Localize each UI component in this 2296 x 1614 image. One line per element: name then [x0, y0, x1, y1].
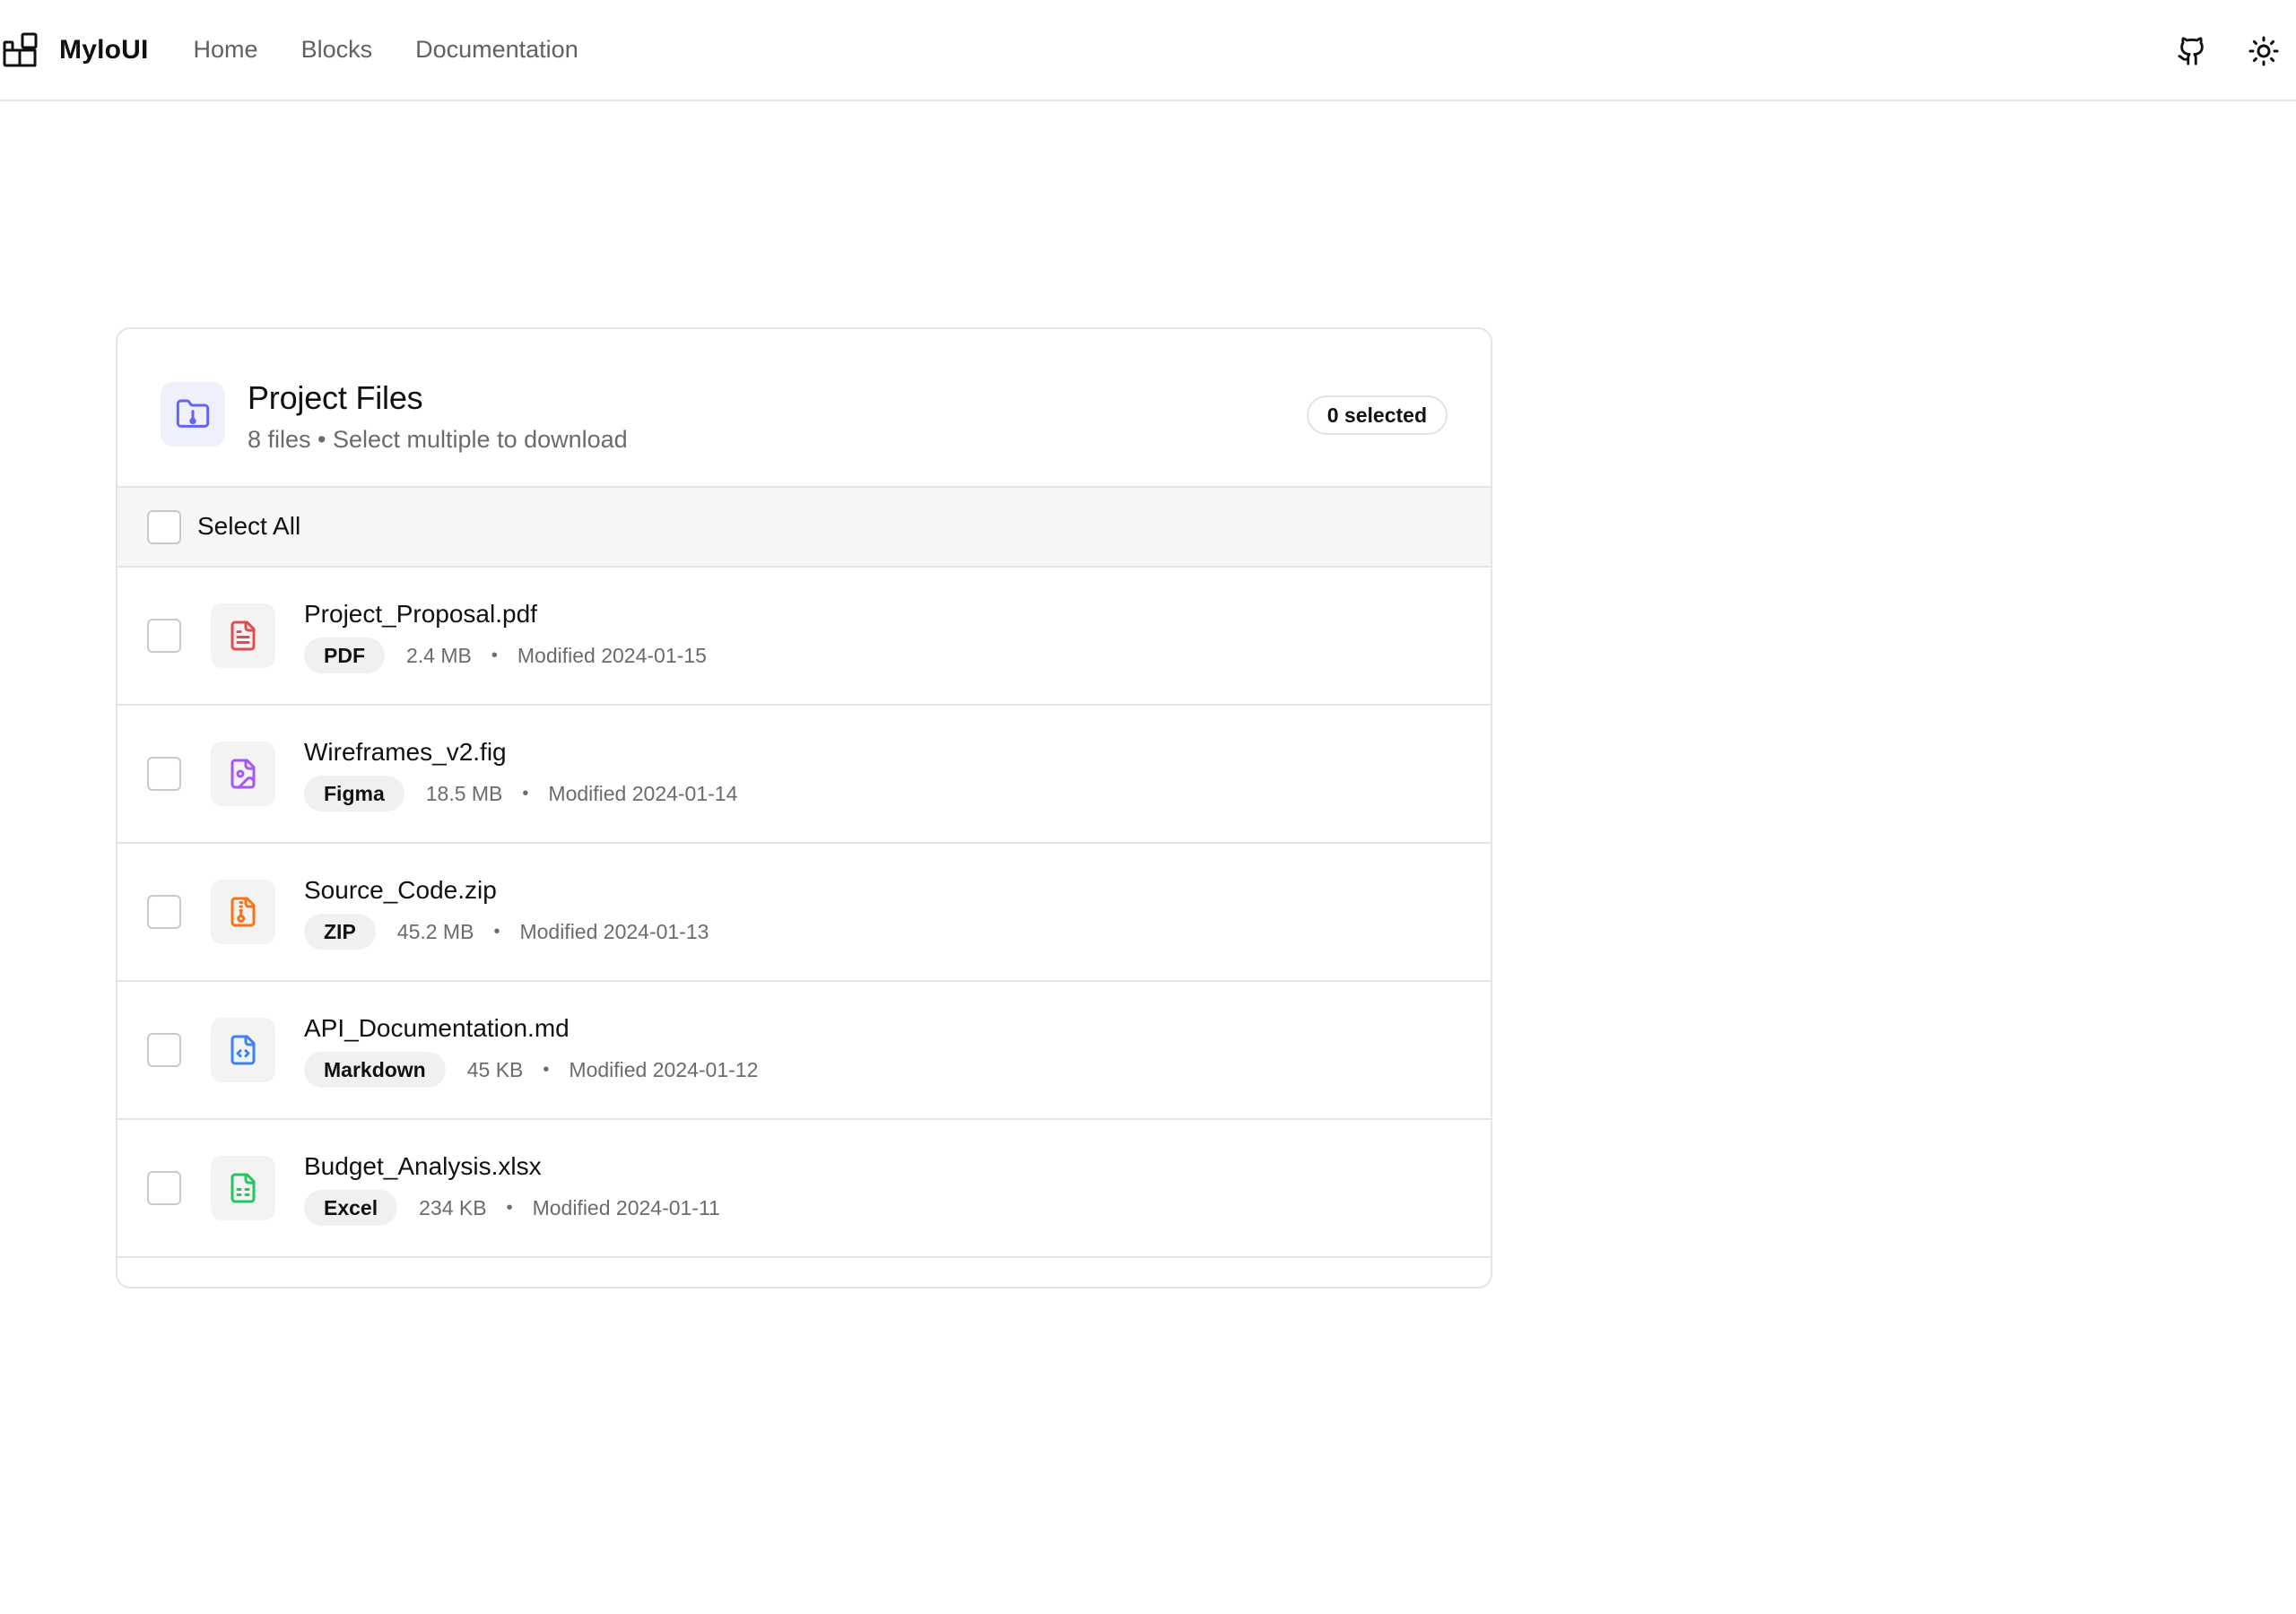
file-row[interactable]: Project_Proposal.pdf PDF 2.4 MB • Modifi… — [117, 568, 1491, 706]
file-meta: ZIP 45.2 MB • Modified 2024-01-13 — [304, 914, 709, 950]
file-row[interactable]: Budget_Analysis.xlsx Excel 234 KB • Modi… — [117, 1120, 1491, 1258]
file-code-icon — [211, 1018, 275, 1082]
file-size: 18.5 MB — [425, 781, 503, 805]
nav-documentation[interactable]: Documentation — [415, 36, 578, 64]
project-files-card: Project Files 8 files • Select multiple … — [116, 327, 1492, 1289]
file-row[interactable]: Wireframes_v2.fig Figma 18.5 MB • Modifi… — [117, 706, 1491, 844]
file-type-badge: ZIP — [304, 914, 376, 950]
file-type-badge: Markdown — [304, 1052, 446, 1088]
file-type-badge: PDF — [304, 638, 385, 673]
file-row[interactable]: Source_Code.zip ZIP 45.2 MB • Modified 2… — [117, 844, 1491, 982]
file-meta: Excel 234 KB • Modified 2024-01-11 — [304, 1190, 720, 1226]
selected-count-badge: 0 selected — [1306, 395, 1448, 435]
file-modified: Modified 2024-01-12 — [569, 1057, 759, 1081]
file-type-badge: Excel — [304, 1190, 398, 1226]
file-name: Project_Proposal.pdf — [304, 600, 537, 628]
file-modified: Modified 2024-01-14 — [548, 781, 738, 805]
file-checkbox[interactable] — [147, 757, 181, 791]
file-size: 45.2 MB — [396, 919, 474, 943]
file-checkbox[interactable] — [147, 1171, 181, 1205]
file-name: Source_Code.zip — [304, 876, 497, 904]
nav-blocks[interactable]: Blocks — [301, 36, 373, 64]
top-navbar: MyloUI Home Blocks Documentation — [0, 0, 2296, 101]
card-subtitle: 8 files • Select multiple to download — [248, 426, 628, 453]
file-archive-icon — [211, 880, 275, 944]
file-size: 2.4 MB — [406, 643, 472, 667]
meta-separator: • — [522, 783, 529, 803]
meta-separator: • — [543, 1059, 550, 1080]
file-image-icon — [211, 742, 275, 806]
file-text-icon — [211, 603, 275, 668]
meta-separator: • — [506, 1197, 513, 1218]
file-meta: Figma 18.5 MB • Modified 2024-01-14 — [304, 776, 737, 811]
file-checkbox[interactable] — [147, 619, 181, 653]
file-checkbox[interactable] — [147, 1033, 181, 1067]
topbar-actions — [2172, 0, 2296, 101]
file-name: API_Documentation.md — [304, 1014, 570, 1042]
main-nav: Home Blocks Documentation — [194, 36, 622, 64]
file-checkbox[interactable] — [147, 895, 181, 929]
file-spreadsheet-icon — [211, 1156, 275, 1220]
sun-icon[interactable] — [2244, 31, 2283, 71]
file-size: 234 KB — [419, 1195, 487, 1219]
folder-icon — [161, 382, 225, 447]
card-title: Project Files — [248, 379, 423, 416]
nav-home[interactable]: Home — [194, 36, 258, 64]
brand[interactable]: MyloUI — [3, 32, 149, 68]
file-name: Wireframes_v2.fig — [304, 738, 507, 766]
github-icon[interactable] — [2172, 31, 2212, 71]
file-modified: Modified 2024-01-13 — [519, 919, 709, 943]
file-meta: Markdown 45 KB • Modified 2024-01-12 — [304, 1052, 758, 1088]
file-type-badge: Figma — [304, 776, 404, 811]
brand-name: MyloUI — [59, 34, 149, 65]
card-header: Project Files 8 files • Select multiple … — [117, 329, 1491, 488]
file-size: 45 KB — [466, 1057, 524, 1081]
select-all-checkbox[interactable] — [147, 510, 181, 544]
meta-separator: • — [493, 921, 500, 941]
file-modified: Modified 2024-01-11 — [532, 1195, 720, 1219]
select-all-label: Select All — [197, 512, 301, 540]
file-modified: Modified 2024-01-15 — [517, 643, 707, 667]
blocks-logo-icon — [3, 32, 39, 68]
file-row[interactable]: API_Documentation.md Markdown 45 KB • Mo… — [117, 982, 1491, 1120]
file-meta: PDF 2.4 MB • Modified 2024-01-15 — [304, 638, 707, 673]
meta-separator: • — [491, 645, 498, 665]
select-all-row[interactable]: Select All — [117, 488, 1491, 568]
file-name: Budget_Analysis.xlsx — [304, 1152, 542, 1180]
